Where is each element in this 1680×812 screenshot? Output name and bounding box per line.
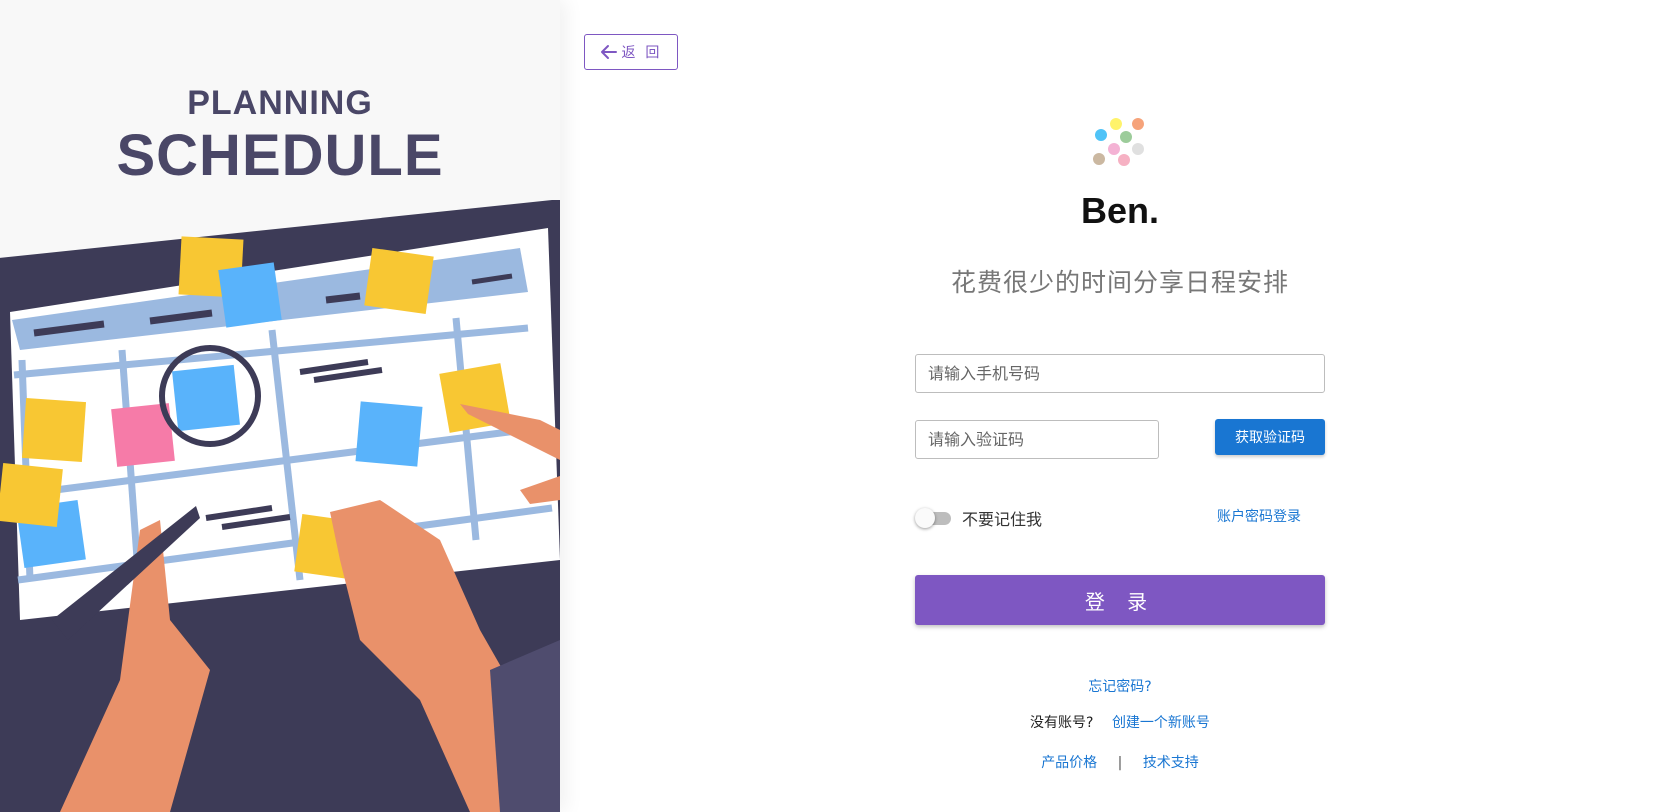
- footer-links: 产品价格 | 技术支持: [915, 752, 1325, 772]
- brand-tagline: 花费很少的时间分享日程安排: [950, 268, 1289, 297]
- colored-dots-logo-icon: [1093, 118, 1144, 166]
- create-account-link[interactable]: 创建一个新账号: [1112, 715, 1210, 731]
- forgot-password-link[interactable]: 忘记密码?: [1088, 679, 1151, 695]
- brand-name: Ben.: [1080, 190, 1159, 231]
- arrow-left-icon: [600, 45, 617, 59]
- login-button[interactable]: 登 录: [915, 575, 1325, 625]
- brand-name-wrap: Ben.: [915, 190, 1325, 234]
- remember-toggle[interactable]: [915, 508, 953, 528]
- verification-code-input[interactable]: [915, 420, 1159, 459]
- forgot-password-row: 忘记密码?: [915, 676, 1325, 696]
- support-link[interactable]: 技术支持: [1143, 755, 1199, 771]
- toggle-thumb: [915, 508, 935, 528]
- no-account-text: 没有账号?: [1030, 715, 1094, 731]
- illustration-panel: PLANNING SCHEDULE: [0, 0, 560, 812]
- remember-label: 不要记住我: [962, 510, 1043, 529]
- pricing-link[interactable]: 产品价格: [1041, 755, 1097, 771]
- password-login-link[interactable]: 账户密码登录: [1217, 506, 1301, 526]
- planning-board-illustration: [0, 200, 560, 812]
- back-button-label: 返 回: [621, 44, 663, 60]
- phone-input[interactable]: [915, 354, 1325, 393]
- get-code-button[interactable]: 获取验证码: [1215, 419, 1325, 455]
- no-account-row: 没有账号? 创建一个新账号: [915, 712, 1325, 732]
- footer-separator: |: [1117, 755, 1123, 771]
- hero-title-small: PLANNING: [187, 84, 373, 122]
- back-button[interactable]: 返 回: [584, 34, 678, 70]
- hero-title-big: SCHEDULE: [116, 123, 444, 188]
